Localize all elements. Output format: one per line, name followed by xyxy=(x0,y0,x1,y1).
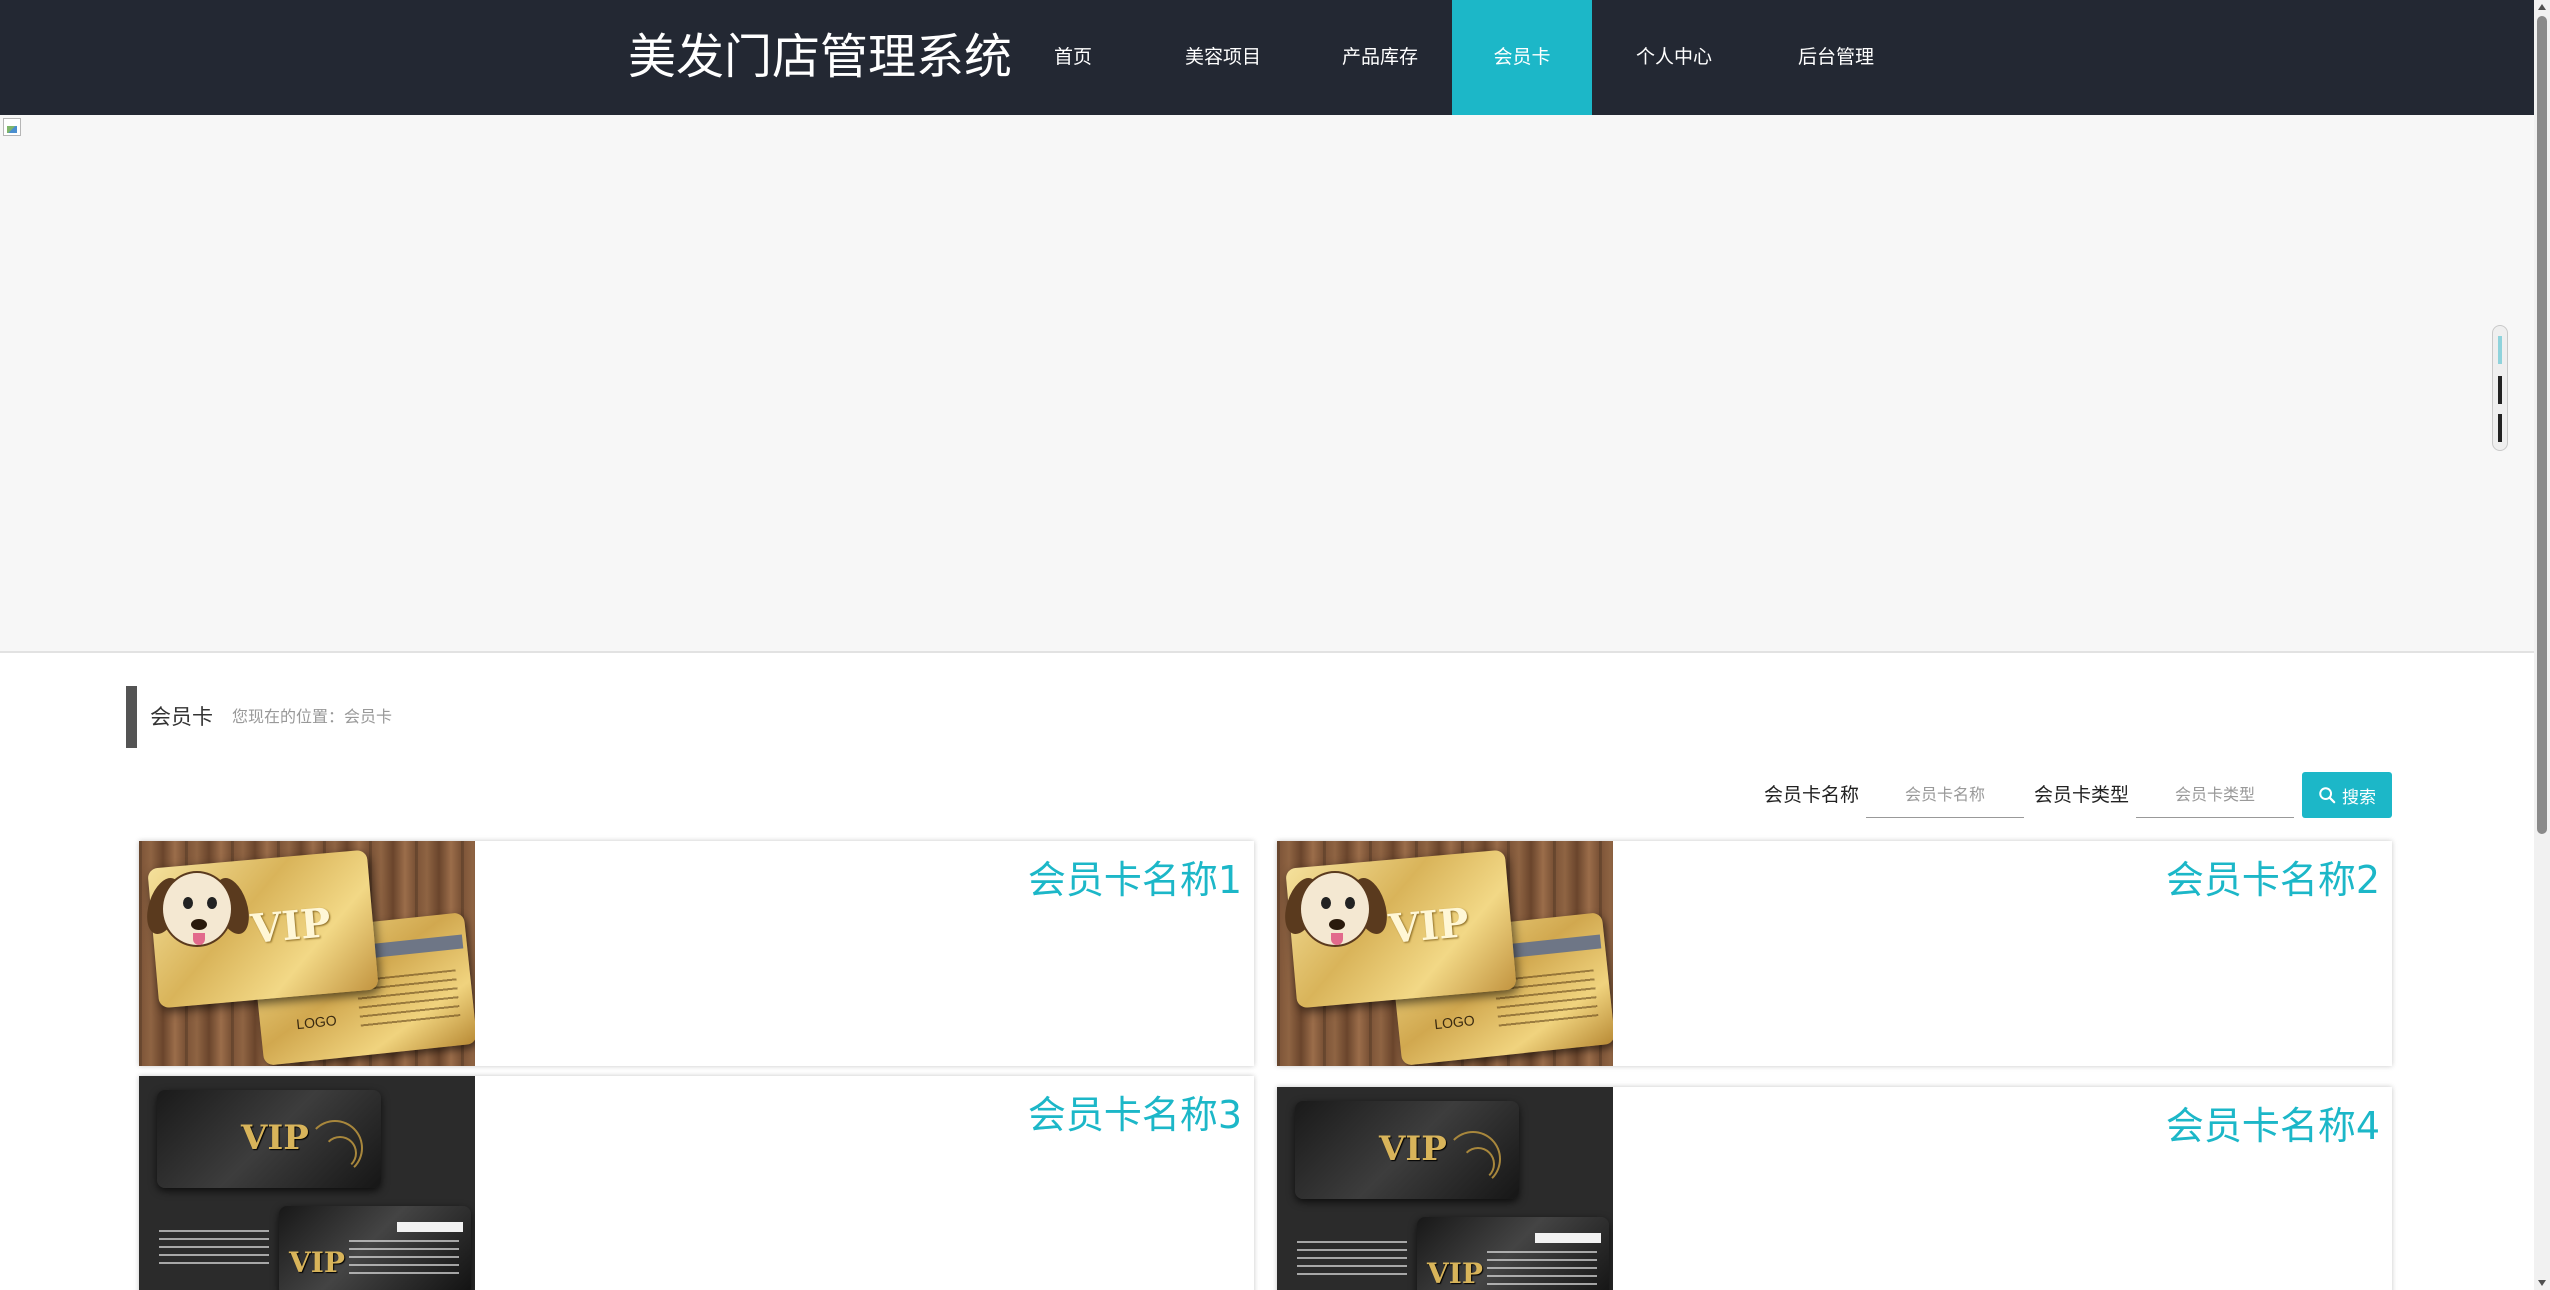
card-title[interactable]: 会员卡名称3 xyxy=(1028,1084,1242,1139)
card-name-input[interactable] xyxy=(1866,772,2024,818)
search-icon xyxy=(2319,787,2336,804)
card-title[interactable]: 会员卡名称1 xyxy=(1028,849,1242,904)
section-accent-bar xyxy=(126,686,137,748)
black-vip-card-image[interactable]: VIP VIP xyxy=(1277,1087,1613,1290)
card-title[interactable]: 会员卡名称4 xyxy=(2166,1095,2380,1150)
search-button-label: 搜索 xyxy=(2342,787,2376,808)
site-brand[interactable]: 美发门店管理系统 xyxy=(628,0,1012,115)
scroll-up-arrow-icon[interactable] xyxy=(2538,4,2546,10)
carousel-dot[interactable] xyxy=(2498,376,2502,404)
search-button[interactable]: 搜索 xyxy=(2302,772,2392,818)
page-scrollbar[interactable] xyxy=(2534,0,2550,1290)
carousel-indicators xyxy=(2492,325,2508,451)
main-nav: 首页 美容项目 产品库存 会员卡 个人中心 后台管理 xyxy=(1008,0,1916,115)
member-card-item[interactable]: VIP VIP 会员卡名称4 xyxy=(1277,1087,2392,1290)
nav-item-personal-center[interactable]: 个人中心 xyxy=(1592,0,1756,115)
navbar: 美发门店管理系统 首页 美容项目 产品库存 会员卡 个人中心 后台管理 xyxy=(0,0,2534,115)
section-title: 会员卡 xyxy=(150,705,213,729)
member-card-item[interactable]: VIP VIP 会员卡名称3 xyxy=(139,1076,1254,1290)
banner-carousel xyxy=(0,115,2534,653)
nav-item-admin[interactable]: 后台管理 xyxy=(1756,0,1916,115)
card-type-input[interactable] xyxy=(2136,772,2294,818)
nav-item-home[interactable]: 首页 xyxy=(1008,0,1138,115)
card-name-label: 会员卡名称 xyxy=(1764,784,1860,806)
scrollbar-thumb[interactable] xyxy=(2537,16,2547,834)
carousel-dot[interactable] xyxy=(2498,414,2502,442)
page: 美发门店管理系统 首页 美容项目 产品库存 会员卡 个人中心 后台管理 会员卡 … xyxy=(0,0,2550,1290)
breadcrumb: 您现在的位置：会员卡 xyxy=(232,707,393,726)
nav-item-beauty-projects[interactable]: 美容项目 xyxy=(1138,0,1308,115)
gold-vip-card-image[interactable]: LOGO VIP xyxy=(1277,841,1613,1066)
nav-item-product-inventory[interactable]: 产品库存 xyxy=(1308,0,1452,115)
card-title[interactable]: 会员卡名称2 xyxy=(2166,849,2380,904)
black-vip-card-image[interactable]: VIP VIP xyxy=(139,1076,475,1290)
carousel-dot[interactable] xyxy=(2498,336,2502,364)
nav-item-member-card[interactable]: 会员卡 xyxy=(1452,0,1592,115)
broken-image-icon xyxy=(3,118,21,136)
scroll-down-arrow-icon[interactable] xyxy=(2538,1280,2546,1286)
gold-vip-card-image[interactable]: LOGO VIP xyxy=(139,841,475,1066)
card-type-label: 会员卡类型 xyxy=(2034,784,2130,806)
member-card-item[interactable]: LOGO VIP 会员卡名称1 xyxy=(139,841,1254,1066)
member-card-item[interactable]: LOGO VIP 会员卡名称2 xyxy=(1277,841,2392,1066)
